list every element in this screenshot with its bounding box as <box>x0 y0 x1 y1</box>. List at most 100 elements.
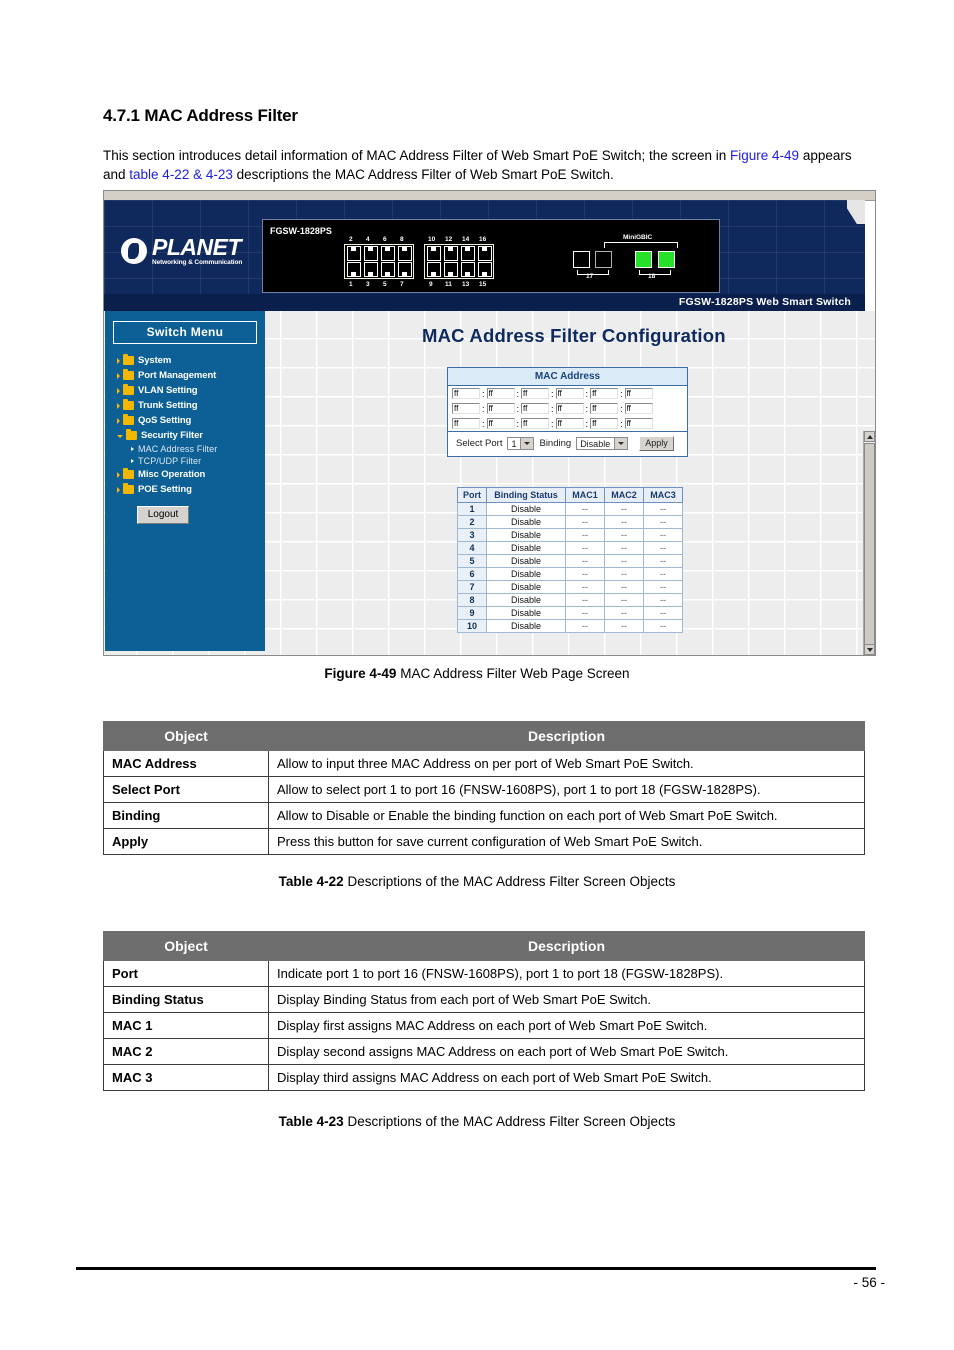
port-column <box>362 245 379 278</box>
cell-binding-status: Disable <box>486 502 566 516</box>
switch-web-body: Switch Menu System Port Management VLAN … <box>104 311 875 655</box>
mac-octet-input[interactable] <box>486 418 515 429</box>
sidebar-item-poe-setting[interactable]: POE Setting <box>105 482 265 497</box>
chevron-right-icon <box>117 357 120 364</box>
sidebar-item-label: QoS Setting <box>138 415 192 426</box>
table-link[interactable]: table 4-22 & 4-23 <box>129 167 233 182</box>
cell-description: Display second assigns MAC Address on ea… <box>268 1038 865 1065</box>
chevron-right-icon <box>117 372 120 379</box>
port-num-5: 5 <box>383 281 387 288</box>
select-port-value: 1 <box>511 438 517 449</box>
cell-binding-status: Disable <box>486 541 566 555</box>
mac-octet-input[interactable] <box>555 388 584 399</box>
cell-mac2: -- <box>604 554 644 568</box>
port-column <box>345 245 362 278</box>
switch-model-footer: FGSW-1828PS Web Smart Switch <box>104 294 865 311</box>
sidebar-item-misc-operation[interactable]: Misc Operation <box>105 467 265 482</box>
select-port-dropdown[interactable]: 1 <box>507 437 535 450</box>
mac-octet-input[interactable] <box>486 403 515 414</box>
chevron-right-icon <box>131 447 134 451</box>
mac-octet-input[interactable] <box>521 403 550 414</box>
scroll-down-arrow-icon[interactable] <box>864 644 875 655</box>
footer-divider <box>76 1267 876 1270</box>
mac-octet-input[interactable] <box>521 418 550 429</box>
mac-octet-input[interactable] <box>452 388 480 399</box>
figure-link[interactable]: Figure 4-49 <box>730 148 799 163</box>
cell-binding-status: Disable <box>486 528 566 542</box>
port-num-7: 7 <box>400 281 404 288</box>
cell-binding-status: Disable <box>486 580 566 594</box>
table-4-22: Object Description MAC Address Allow to … <box>103 721 865 855</box>
sidebar-item-security-filter[interactable]: Security Filter <box>105 428 265 443</box>
mac-octet-input[interactable] <box>624 418 653 429</box>
port-num-1: 1 <box>349 281 353 288</box>
mac-octet-input[interactable] <box>555 418 584 429</box>
sidebar-item-label: Security Filter <box>141 430 203 441</box>
folder-icon <box>123 353 134 365</box>
mac-octet-input[interactable] <box>590 388 619 399</box>
mac-input-row: : : : : : <box>448 416 687 431</box>
binding-dropdown[interactable]: Disable <box>576 437 629 450</box>
logout-button[interactable]: Logout <box>137 506 189 524</box>
cell-mac1: -- <box>565 502 605 516</box>
chevron-right-icon <box>117 471 120 478</box>
apply-button[interactable]: Apply <box>639 436 674 451</box>
switch-menu-button[interactable]: Switch Menu <box>113 321 257 344</box>
cell-object: MAC 3 <box>103 1064 269 1091</box>
column-header-object: Object <box>103 931 269 961</box>
sidebar-item-system[interactable]: System <box>105 353 265 368</box>
device-model-label: FGSW-1828PS <box>270 226 332 236</box>
mac-octet-input[interactable] <box>624 388 653 399</box>
mac-address-panel-header: MAC Address <box>448 368 687 386</box>
mac-octet-input[interactable] <box>521 388 550 399</box>
table-row: Select Port Allow to select port 1 to po… <box>103 776 865 803</box>
port-num-11: 11 <box>445 281 452 288</box>
mac-octet-input[interactable] <box>590 418 619 429</box>
document-page: 4.7.1 MAC Address Filter This section in… <box>0 0 954 1350</box>
sidebar-item-port-management[interactable]: Port Management <box>105 368 265 383</box>
sidebar-item-trunk-setting[interactable]: Trunk Setting <box>105 398 265 413</box>
sidebar-item-tcp-udp-filter[interactable]: TCP/UDP Filter <box>105 455 265 467</box>
table-caption-text: Descriptions of the MAC Address Filter S… <box>343 874 676 889</box>
panel-title: MAC Address Filter Configuration <box>422 325 726 346</box>
column-header-port: Port <box>457 487 487 503</box>
mac-octet-input[interactable] <box>486 388 515 399</box>
chevron-right-icon <box>131 459 134 463</box>
vertical-scrollbar[interactable] <box>863 431 875 655</box>
table-caption-label: Table 4-23 <box>278 1114 344 1129</box>
mac-octet-input[interactable] <box>590 403 619 414</box>
sidebar: Switch Menu System Port Management VLAN … <box>105 311 265 651</box>
cell-mac2: -- <box>604 528 644 542</box>
scrollbar-thumb[interactable] <box>864 443 875 655</box>
column-header-mac2: MAC2 <box>604 487 644 503</box>
sidebar-item-qos-setting[interactable]: QoS Setting <box>105 413 265 428</box>
table-row: Binding Status Display Binding Status fr… <box>103 986 865 1013</box>
cell-mac3: -- <box>643 606 683 620</box>
binding-label: Binding <box>539 438 572 449</box>
select-port-label: Select Port <box>456 438 503 449</box>
sidebar-item-mac-address-filter[interactable]: MAC Address Filter <box>105 443 265 455</box>
chevron-right-icon <box>117 417 120 424</box>
table-header-row: Port Binding Status MAC1 MAC2 MAC3 <box>457 487 683 503</box>
cell-mac3: -- <box>643 515 683 529</box>
cell-port: 2 <box>457 515 487 529</box>
folder-icon <box>123 482 134 494</box>
cell-mac1: -- <box>565 580 605 594</box>
port-column <box>442 245 459 278</box>
minigbic-bracket <box>604 242 678 248</box>
table-row: 9 Disable -- -- -- <box>457 606 683 620</box>
cell-mac1: -- <box>565 528 605 542</box>
mac-octet-input[interactable] <box>555 403 584 414</box>
mac-octet-input[interactable] <box>624 403 653 414</box>
mac-octet-input[interactable] <box>452 418 480 429</box>
scroll-up-arrow-icon[interactable] <box>864 431 875 442</box>
cell-mac2: -- <box>604 541 644 555</box>
intro-text-3: descriptions the MAC Address Filter of W… <box>232 167 614 182</box>
column-header-mac3: MAC3 <box>643 487 683 503</box>
cell-mac3: -- <box>643 528 683 542</box>
page-number: - 56 - <box>853 1275 885 1290</box>
cell-binding-status: Disable <box>486 619 566 633</box>
mac-octet-input[interactable] <box>452 403 480 414</box>
table-4-23: Object Description Port Indicate port 1 … <box>103 931 865 1091</box>
sidebar-item-vlan-setting[interactable]: VLAN Setting <box>105 383 265 398</box>
